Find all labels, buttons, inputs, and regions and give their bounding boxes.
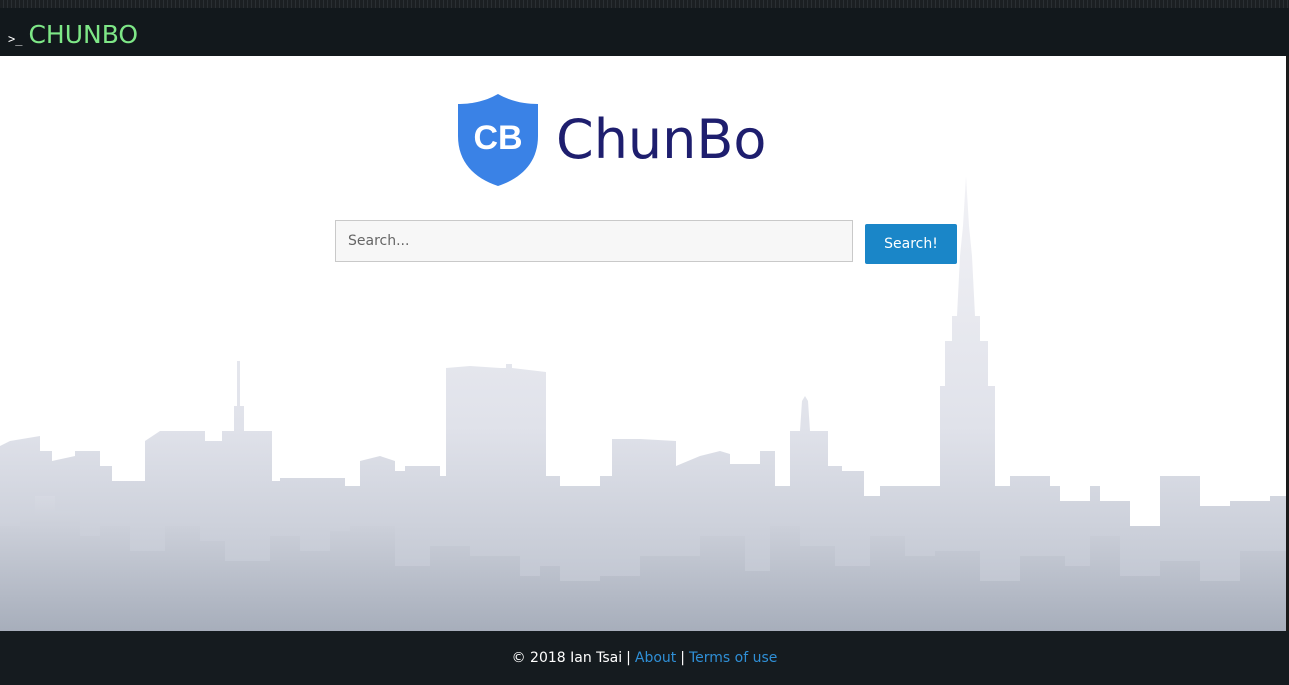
navbar: >_ CHUNBO xyxy=(0,8,1289,56)
terms-of-use-link[interactable]: Terms of use xyxy=(689,650,777,666)
search-button[interactable]: Search! xyxy=(865,224,957,264)
brand-name: CHUNBO xyxy=(28,20,139,49)
footer-separator: | xyxy=(626,650,631,666)
footer-separator: | xyxy=(680,650,685,666)
about-link[interactable]: About xyxy=(635,650,676,666)
main-content: CB ChunBo Search! xyxy=(0,56,1289,631)
brand-link[interactable]: >_ CHUNBO xyxy=(8,14,138,50)
footer: © 2018 Ian Tsai | About | Terms of use xyxy=(0,631,1289,685)
window-top-strip xyxy=(0,0,1289,8)
logo-text: ChunBo xyxy=(556,108,767,171)
logo-icon-letters: CB xyxy=(473,119,522,157)
terminal-prompt-icon: >_ xyxy=(8,32,23,46)
shield-logo-icon: CB xyxy=(458,94,538,186)
chunbo-logo: CB ChunBo xyxy=(456,92,766,188)
search-input[interactable] xyxy=(335,220,853,262)
copyright-text: © 2018 Ian Tsai xyxy=(511,650,623,666)
